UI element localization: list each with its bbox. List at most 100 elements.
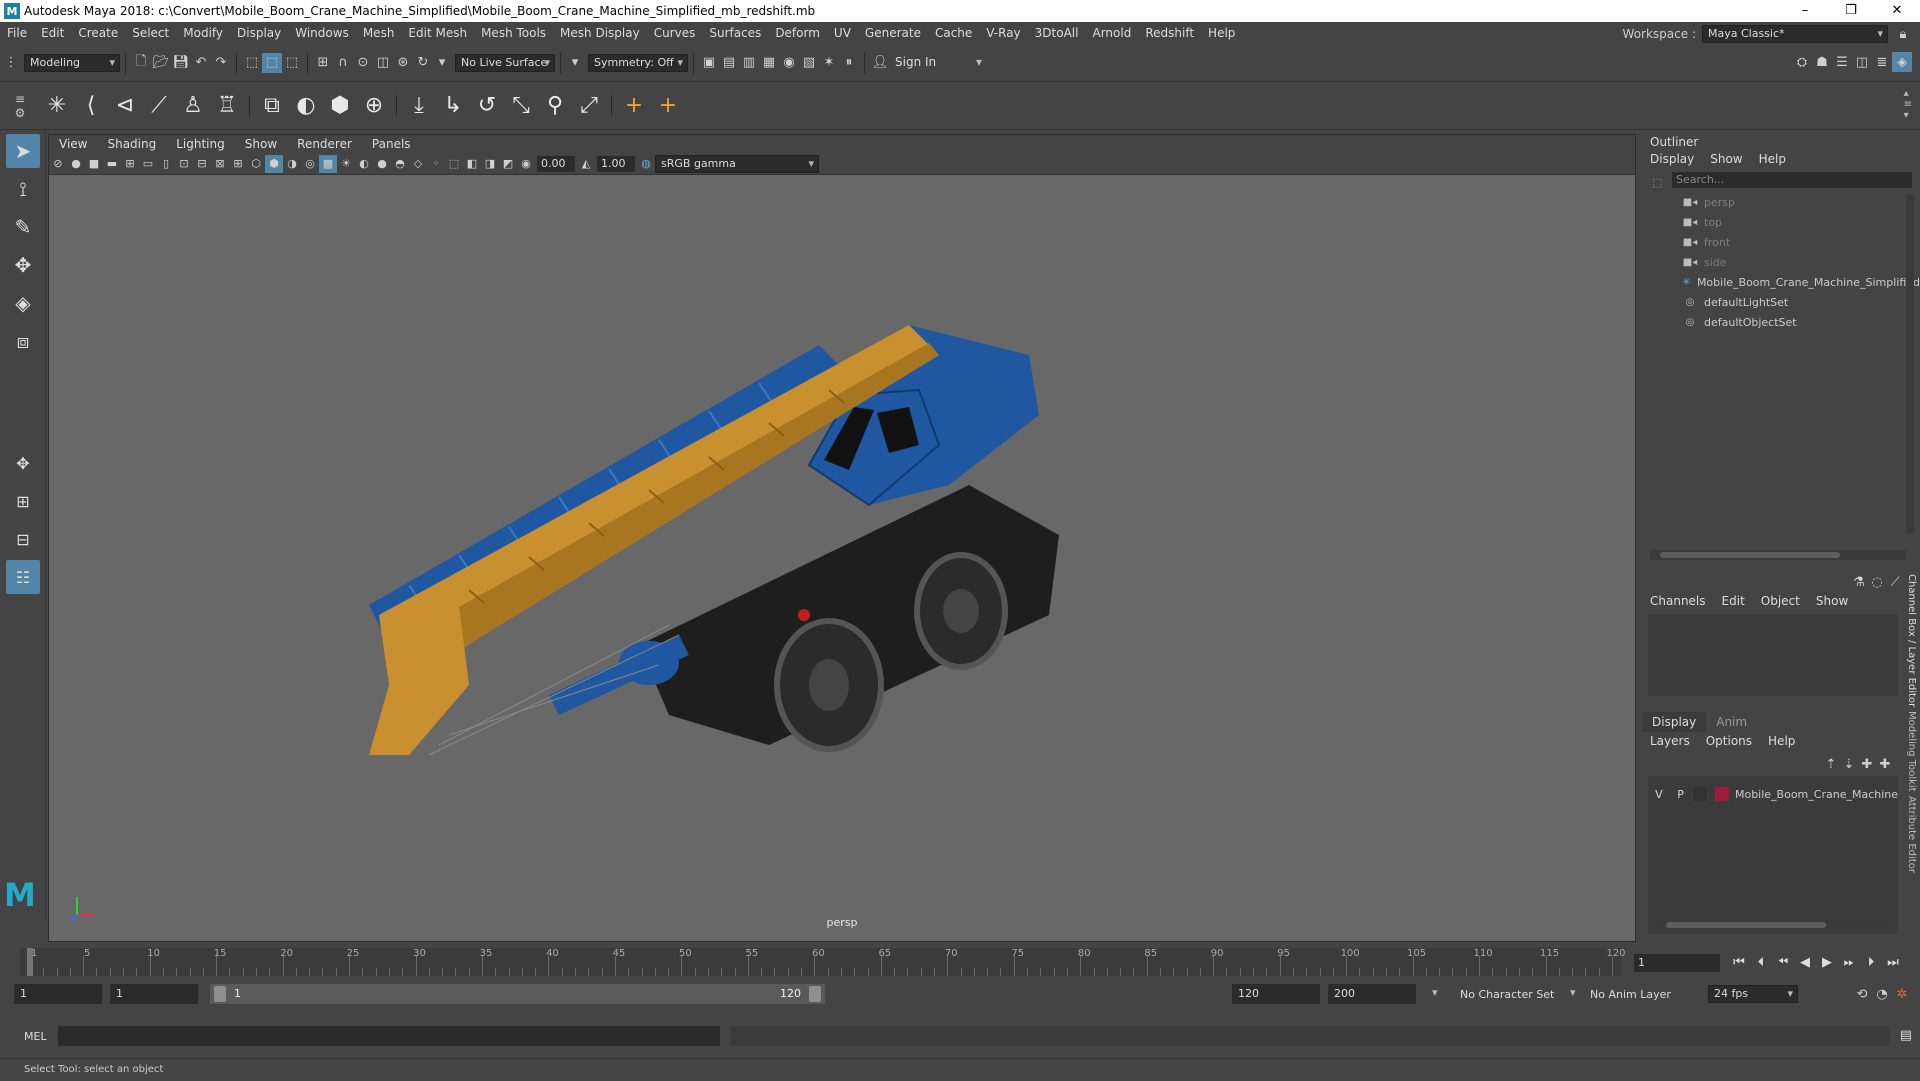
use-lights-icon[interactable]: ☀ <box>337 155 355 173</box>
close-icon[interactable]: ✕ <box>1874 0 1920 22</box>
smooth-skin-icon[interactable]: ◐ <box>289 89 323 123</box>
vp-menu-view[interactable]: View <box>49 137 97 151</box>
outliner-vertical-scrollbar[interactable] <box>1906 194 1914 534</box>
layers-menu-layers[interactable]: Layers <box>1642 734 1698 748</box>
range-start-handle[interactable] <box>214 986 226 1002</box>
default-material-icon[interactable]: ◑ <box>283 155 301 173</box>
step-back-frame-icon[interactable]: ⏴︎ <box>1750 952 1772 972</box>
isolate-select-icon[interactable]: ⬚ <box>445 155 463 173</box>
outliner-item-side[interactable]: ■◂ side <box>1682 252 1920 272</box>
scroll-thumb[interactable] <box>1660 552 1840 558</box>
gamma-icon[interactable]: ◭ <box>577 155 595 173</box>
film-gate-icon[interactable]: ▭ <box>139 155 157 173</box>
rotate-tool-icon[interactable]: ◈ <box>6 286 40 320</box>
layer-color-swatch[interactable] <box>1715 787 1729 801</box>
locator-aim-icon[interactable]: + <box>651 89 685 123</box>
cluster-icon[interactable]: ⊕ <box>357 89 391 123</box>
tab-channel-box-layer-editor[interactable]: Channel Box / Layer Editor <box>1906 574 1917 707</box>
camera-select-icon[interactable]: ⊘ <box>49 155 67 173</box>
minimize-icon[interactable]: – <box>1782 0 1828 22</box>
anim-layer-dropdown[interactable]: No Anim Layer <box>1590 988 1671 1001</box>
wireframe-on-shaded-icon[interactable]: ◎ <box>301 155 319 173</box>
attribute-editor-icon[interactable]: ☰ <box>1832 52 1852 72</box>
chevron-down-icon[interactable]: ▾ <box>433 53 451 73</box>
outliner-menu-display[interactable]: Display <box>1642 152 1702 166</box>
pin-icon[interactable]: ⟋ <box>1886 572 1904 592</box>
menu-mesh[interactable]: Mesh <box>356 26 402 40</box>
bind-skin-icon[interactable]: ⧉ <box>255 89 289 123</box>
point-constraint-icon[interactable]: ⤓ <box>402 89 436 123</box>
layer-editor-icon[interactable]: ◈ <box>1892 52 1912 72</box>
go-to-end-icon[interactable]: ⏭︎ <box>1882 952 1904 972</box>
exposure-field[interactable]: 0.00 <box>537 155 575 172</box>
open-scene-icon[interactable]: 📂︎ <box>151 53 171 73</box>
snap-rotate-icon[interactable]: ↻ <box>413 53 433 73</box>
lock-icon[interactable]: 🔒︎ <box>1894 24 1912 44</box>
symmetry-dropdown[interactable]: Symmetry: Off <box>588 53 688 72</box>
status-line-handle-icon[interactable]: ⋮ <box>2 53 20 73</box>
menu-surfaces[interactable]: Surfaces <box>702 26 768 40</box>
filter-icon[interactable]: ⬚ <box>1652 176 1662 189</box>
camera-attributes-icon[interactable]: ● <box>67 155 85 173</box>
menu-curves[interactable]: Curves <box>647 26 703 40</box>
snap-curve-icon[interactable]: ∩ <box>333 53 353 73</box>
preferences-icon[interactable]: ✲ <box>1892 984 1912 1004</box>
layer-visibility-toggle[interactable]: V <box>1648 788 1670 801</box>
resolution-gate-icon[interactable]: ▯ <box>157 155 175 173</box>
sign-in-button[interactable]: Sign In <box>890 53 986 72</box>
menu-3dtoall[interactable]: 3DtoAll <box>1028 26 1086 40</box>
menu-edit[interactable]: Edit <box>34 26 71 40</box>
menu-generate[interactable]: Generate <box>858 26 928 40</box>
snap-grid-icon[interactable]: ⊞ <box>313 53 333 73</box>
move-tool-icon[interactable]: ✥ <box>6 248 40 282</box>
menu-select[interactable]: Select <box>125 26 176 40</box>
outliner-item-front[interactable]: ■◂ front <box>1682 232 1920 252</box>
vp-menu-lighting[interactable]: Lighting <box>166 137 235 151</box>
orient-constraint-icon[interactable]: ↺ <box>470 89 504 123</box>
grid-icon[interactable]: ⊞ <box>121 155 139 173</box>
channels-menu-object[interactable]: Object <box>1753 594 1808 608</box>
render-frame-icon[interactable]: ▤ <box>719 53 739 73</box>
new-layer-icon[interactable]: ✚ <box>1858 754 1876 774</box>
gamma-field[interactable]: 1.00 <box>597 155 635 172</box>
anti-aliasing-icon[interactable]: ◇ <box>409 155 427 173</box>
new-scene-icon[interactable]: 🗋︎ <box>131 53 151 73</box>
outliner-item-default-light-set[interactable]: ◎ defaultLightSet <box>1682 292 1920 312</box>
skeleton-icon[interactable]: ♖ <box>210 89 244 123</box>
select-object-icon[interactable]: ⬚ <box>262 52 282 73</box>
viewport-persp[interactable]: View Shading Lighting Show Renderer Pane… <box>48 134 1636 942</box>
tab-modeling-toolkit[interactable]: Modeling Toolkit <box>1906 711 1917 792</box>
scale-tool-icon[interactable]: ⧈ <box>6 324 40 358</box>
gate-mask-icon[interactable]: ⊡ <box>175 155 193 173</box>
scroll-thumb[interactable] <box>1666 922 1826 928</box>
step-back-key-icon[interactable]: ⏪︎ <box>1772 952 1794 972</box>
menu-file[interactable]: File <box>0 26 34 40</box>
vp-menu-panels[interactable]: Panels <box>362 137 421 151</box>
outliner-item-top[interactable]: ■◂ top <box>1682 212 1920 232</box>
render-settings-icon[interactable]: ▦ <box>759 53 779 73</box>
command-language-toggle[interactable]: MEL <box>24 1030 47 1043</box>
outliner-horizontal-scrollbar[interactable] <box>1650 550 1906 560</box>
maximize-icon[interactable]: ❐ <box>1828 0 1874 22</box>
safe-title-icon[interactable]: ⊞ <box>229 155 247 173</box>
command-input[interactable] <box>58 1026 720 1046</box>
ik-handle-icon[interactable]: ⟨ <box>74 89 108 123</box>
redshift-icon[interactable]: ✶ <box>819 53 839 73</box>
exposure-icon[interactable]: ◉ <box>517 155 535 173</box>
outliner-item-crane-group[interactable]: ⊞ ✳Mobile_Boom_Crane_Machine_Simplified <box>1682 272 1920 292</box>
go-to-start-icon[interactable]: ⏮︎ <box>1728 952 1750 972</box>
safe-action-icon[interactable]: ⊠ <box>211 155 229 173</box>
outliner-item-persp[interactable]: ■◂ persp <box>1682 192 1920 212</box>
image-plane-icon[interactable]: ▬ <box>103 155 121 173</box>
outliner-item-default-object-set[interactable]: ◎ defaultObjectSet <box>1682 312 1920 332</box>
scale-constraint-icon[interactable]: ⤡ <box>504 89 538 123</box>
snap-point-icon[interactable]: ⊙ <box>353 53 373 73</box>
single-pane-icon[interactable]: ⊞ <box>6 484 40 518</box>
play-forward-icon[interactable]: ▶ <box>1816 952 1838 972</box>
channels-menu-show[interactable]: Show <box>1808 594 1856 608</box>
parent-constraint-icon[interactable]: ⚲ <box>538 89 572 123</box>
undo-icon[interactable]: ↶ <box>191 53 211 73</box>
pause-icon[interactable]: ⏸︎ <box>839 53 859 73</box>
menu-mesh-tools[interactable]: Mesh Tools <box>474 26 553 40</box>
layer-playback-toggle[interactable]: P <box>1670 788 1692 801</box>
